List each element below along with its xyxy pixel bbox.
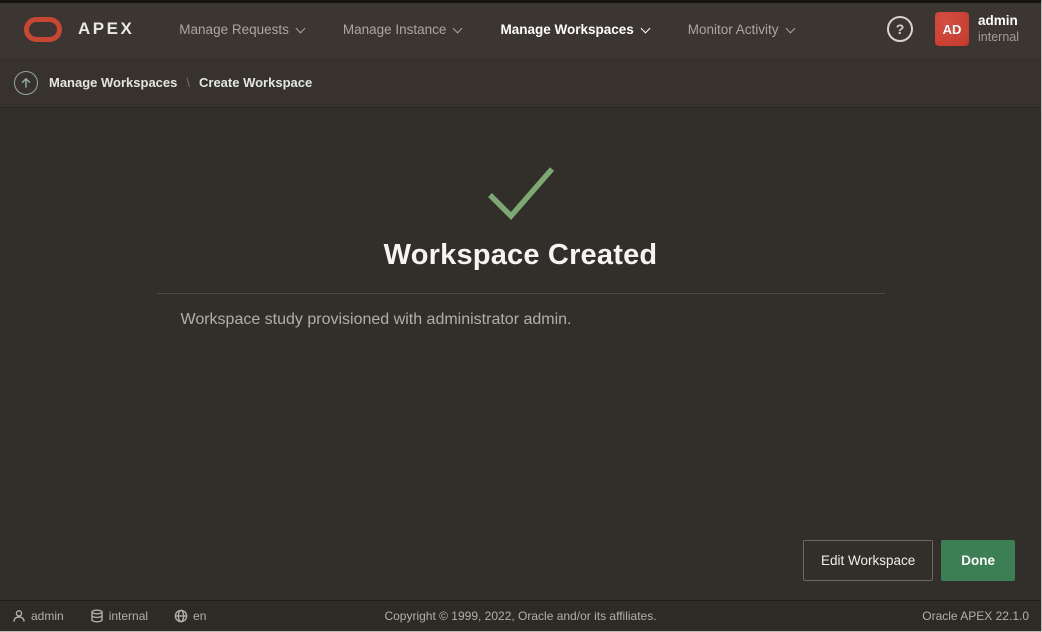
footer-database: internal <box>90 609 148 623</box>
globe-icon <box>174 609 188 623</box>
breadcrumb: Manage Workspaces \ Create Workspace <box>0 58 1041 108</box>
nav-item-label: Manage Instance <box>343 22 447 37</box>
chevron-down-icon <box>453 23 462 32</box>
footer-version: Oracle APEX 22.1.0 <box>922 609 1029 623</box>
nav-item-manage-instance[interactable]: Manage Instance <box>324 0 482 58</box>
user-name: admin <box>978 13 1019 30</box>
nav-item-label: Manage Requests <box>179 22 289 37</box>
footer-copyright: Copyright © 1999, 2022, Oracle and/or it… <box>0 609 1041 623</box>
breadcrumb-separator: \ <box>186 75 190 90</box>
footer-database-label: internal <box>109 609 148 623</box>
nav-item-monitor-activity[interactable]: Monitor Activity <box>669 0 814 58</box>
nav-item-label: Manage Workspaces <box>500 22 633 37</box>
database-icon <box>90 609 104 623</box>
top-nav: Manage Requests Manage Instance Manage W… <box>160 0 813 58</box>
chevron-down-icon <box>786 23 795 32</box>
user-context: internal <box>978 30 1019 46</box>
main-content: Workspace Created Workspace study provis… <box>0 109 1041 600</box>
success-region: Workspace Created Workspace study provis… <box>0 109 1041 329</box>
breadcrumb-current: Create Workspace <box>199 75 312 90</box>
up-arrow-icon[interactable] <box>14 71 38 95</box>
page-title: Workspace Created <box>384 239 658 272</box>
done-button[interactable]: Done <box>941 540 1015 581</box>
nav-item-label: Monitor Activity <box>688 22 779 37</box>
brand-title: APEX <box>78 19 134 39</box>
breadcrumb-parent[interactable]: Manage Workspaces <box>49 75 177 90</box>
action-buttons: Edit Workspace Done <box>803 540 1015 581</box>
avatar[interactable]: AD <box>935 12 969 46</box>
help-icon[interactable]: ? <box>887 16 913 42</box>
footer: admin internal en Copyright © 1999, 2022… <box>0 600 1041 631</box>
edit-workspace-button[interactable]: Edit Workspace <box>803 540 933 581</box>
apex-admin-window: APEX Manage Requests Manage Instance Man… <box>0 0 1042 632</box>
user-meta: admin internal <box>978 13 1019 46</box>
footer-language-label: en <box>193 609 206 623</box>
oracle-logo-icon <box>24 17 62 42</box>
footer-language: en <box>174 609 206 623</box>
chevron-down-icon <box>641 23 650 32</box>
nav-item-manage-workspaces[interactable]: Manage Workspaces <box>481 0 668 58</box>
message-region: Workspace study provisioned with adminis… <box>157 294 885 329</box>
person-icon <box>12 609 26 623</box>
checkmark-icon <box>483 162 559 222</box>
success-message: Workspace study provisioned with adminis… <box>157 311 885 329</box>
nav-item-manage-requests[interactable]: Manage Requests <box>160 0 324 58</box>
footer-user-label: admin <box>31 609 64 623</box>
top-bar: APEX Manage Requests Manage Instance Man… <box>0 0 1041 58</box>
footer-user: admin <box>12 609 64 623</box>
chevron-down-icon <box>296 23 305 32</box>
top-bar-right: ? AD admin internal <box>887 12 1019 46</box>
